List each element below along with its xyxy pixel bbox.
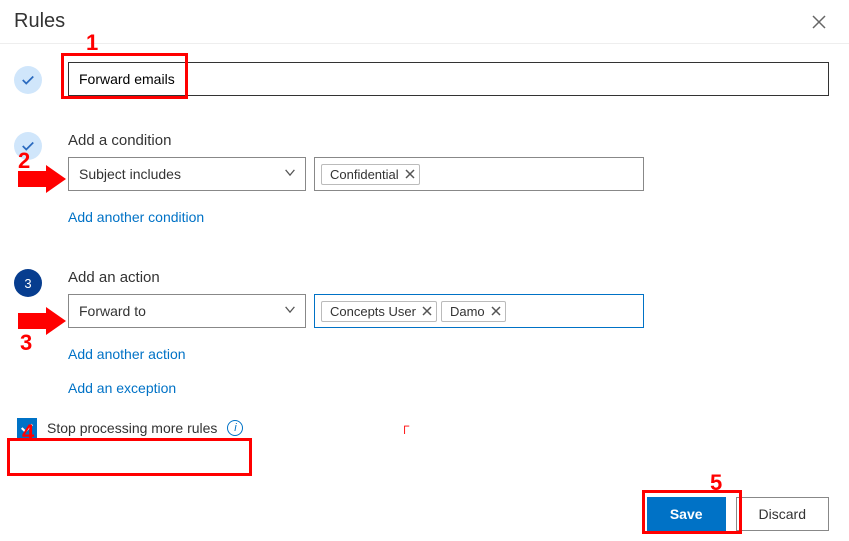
recipient-token: Damo (441, 301, 506, 322)
condition-type-select[interactable]: Subject includes (68, 157, 306, 191)
add-exception-link[interactable]: Add an exception (68, 380, 829, 396)
condition-token-label: Confidential (330, 167, 399, 182)
add-condition-link[interactable]: Add another condition (68, 209, 204, 225)
remove-token-icon[interactable] (422, 306, 432, 316)
rule-name-input[interactable] (68, 62, 829, 96)
recipient-token: Concepts User (321, 301, 437, 322)
condition-token: Confidential (321, 164, 420, 185)
dialog-content: Add a condition Subject includes Confide… (0, 44, 849, 438)
action-type-select[interactable]: Forward to (68, 294, 306, 328)
action-type-value: Forward to (79, 303, 146, 319)
annotation-number: 5 (710, 470, 722, 496)
chevron-down-icon (283, 303, 297, 320)
recipient-token-label: Concepts User (330, 304, 416, 319)
stop-processing-label: Stop processing more rules (47, 420, 217, 436)
dialog-title: Rules (14, 10, 65, 33)
dialog-header: Rules (0, 0, 849, 44)
condition-title: Add a condition (68, 132, 829, 149)
condition-value-input[interactable]: Confidential (314, 157, 644, 191)
save-button[interactable]: Save (647, 497, 726, 531)
dialog-footer: Save Discard (647, 497, 829, 531)
add-action-link[interactable]: Add another action (68, 346, 186, 362)
close-icon[interactable] (809, 12, 829, 32)
step-indicator-condition (14, 132, 42, 160)
chevron-down-icon (283, 166, 297, 183)
step-indicator-name (14, 66, 42, 94)
stop-processing-checkbox[interactable] (17, 418, 37, 438)
condition-type-value: Subject includes (79, 166, 181, 182)
step-indicator-action: 3 (14, 269, 42, 297)
action-recipients-input[interactable]: Concepts User Damo (314, 294, 644, 328)
discard-button[interactable]: Discard (736, 497, 829, 531)
info-icon[interactable]: i (227, 420, 243, 436)
remove-token-icon[interactable] (491, 306, 501, 316)
annotation-mark: ┌ (400, 418, 409, 433)
remove-token-icon[interactable] (405, 169, 415, 179)
recipient-token-label: Damo (450, 304, 485, 319)
action-title: Add an action (68, 269, 829, 286)
annotation-box (7, 438, 252, 476)
